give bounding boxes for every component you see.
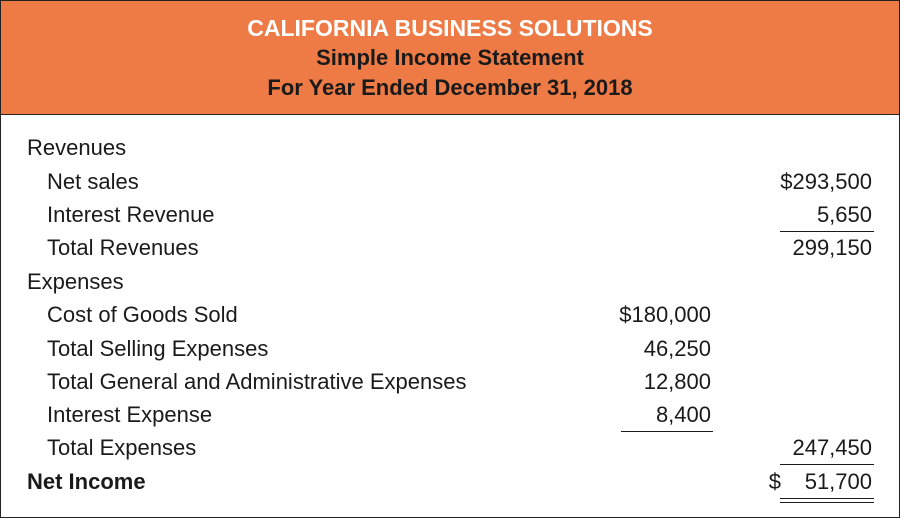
- net-sales-label: Net sales: [47, 169, 139, 194]
- cogs-label: Cost of Goods Sold: [47, 302, 238, 327]
- net-income-label: Net Income: [27, 469, 146, 494]
- total-expenses-row: Total Expenses 247,450: [1, 431, 899, 464]
- statement-header: CALIFORNIA BUSINESS SOLUTIONS Simple Inc…: [1, 1, 899, 115]
- net-income-row: Net Income $ 51,700: [1, 465, 899, 498]
- total-expenses-label: Total Expenses: [47, 435, 197, 460]
- total-revenues-row: Total Revenues 299,150: [1, 231, 899, 264]
- interest-expense-amount: 8,400: [655, 402, 711, 427]
- total-expenses-amount: 247,450: [792, 435, 872, 460]
- general-admin-label: Total General and Administrative Expense…: [47, 369, 467, 394]
- cogs-amount: $180,000: [619, 302, 711, 327]
- interest-revenue-row: Interest Revenue 5,650: [1, 198, 899, 231]
- total-revenues-label: Total Revenues: [47, 235, 199, 260]
- selling-expenses-row: Total Selling Expenses 46,250: [1, 332, 899, 365]
- double-rule-bottom: [780, 502, 874, 503]
- double-rule-top: [780, 498, 874, 499]
- revenues-heading: Revenues: [27, 135, 127, 160]
- statement-period: For Year Ended December 31, 2018: [267, 75, 633, 100]
- net-sales-amount: $293,500: [780, 169, 872, 194]
- general-admin-row: Total General and Administrative Expense…: [1, 365, 899, 398]
- selling-expenses-label: Total Selling Expenses: [47, 336, 269, 361]
- cogs-row: Cost of Goods Sold $180,000: [1, 298, 899, 331]
- statement-title: Simple Income Statement: [316, 45, 584, 70]
- revenues-heading-row: Revenues: [1, 131, 899, 164]
- interest-expense-label: Interest Expense: [47, 402, 213, 427]
- general-admin-amount: 12,800: [643, 369, 711, 394]
- interest-revenue-label: Interest Revenue: [47, 202, 215, 227]
- interest-revenue-amount: 5,650: [816, 202, 872, 227]
- selling-expenses-amount: 46,250: [643, 336, 711, 361]
- income-statement: CALIFORNIA BUSINESS SOLUTIONS Simple Inc…: [0, 0, 900, 518]
- interest-expense-row: Interest Expense 8,400: [1, 398, 899, 431]
- company-name: CALIFORNIA BUSINESS SOLUTIONS: [247, 15, 653, 41]
- total-revenues-amount: 299,150: [792, 235, 872, 260]
- expenses-heading-row: Expenses: [1, 265, 899, 298]
- expenses-heading: Expenses: [27, 269, 124, 294]
- net-income-amount: 51,700: [804, 469, 872, 494]
- net-sales-row: Net sales $293,500: [1, 165, 899, 198]
